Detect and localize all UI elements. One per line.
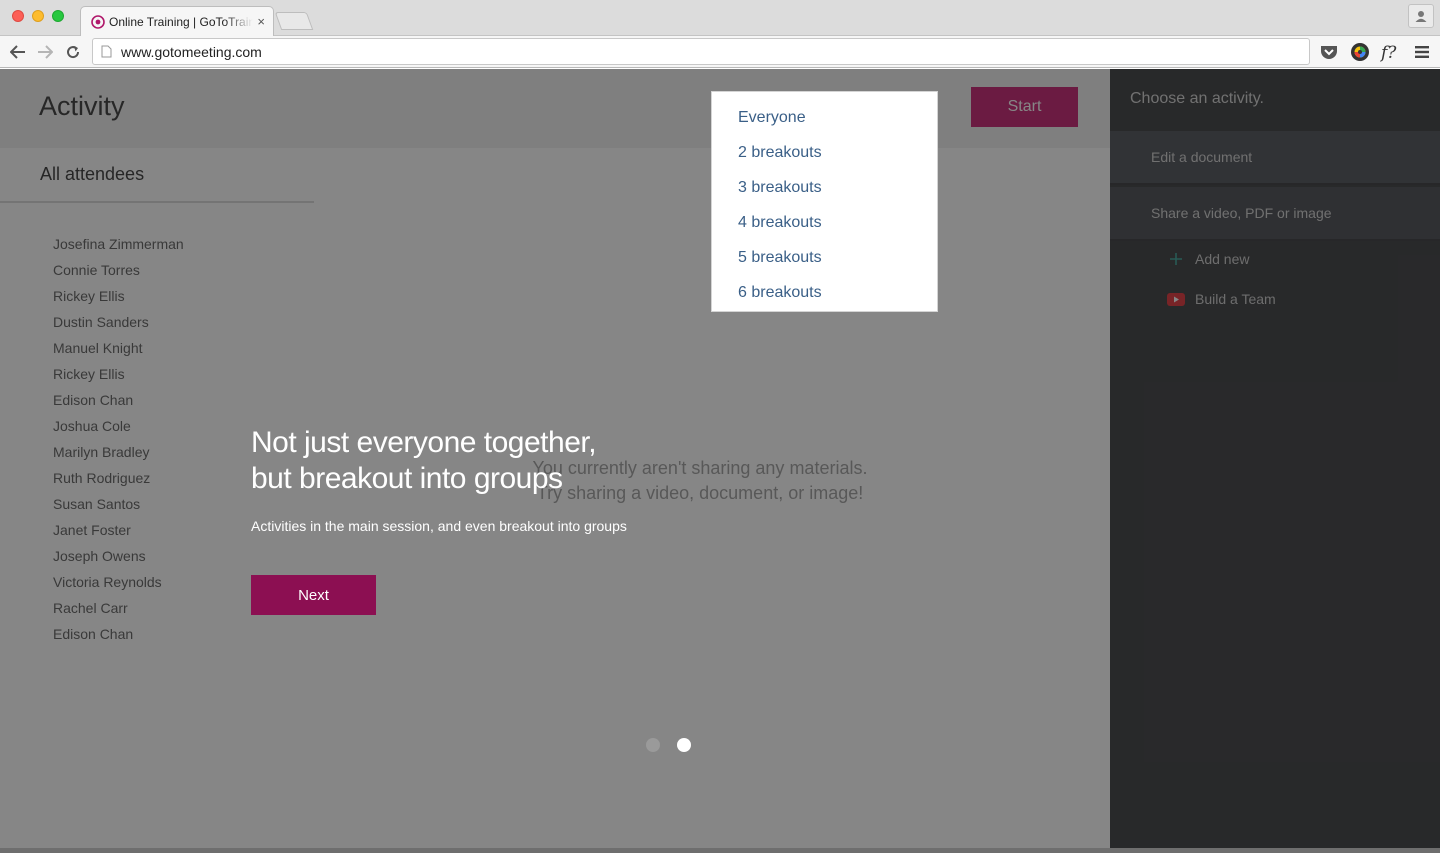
gototraining-favicon-icon — [91, 14, 105, 29]
address-bar[interactable]: www.gotomeeting.com — [92, 38, 1310, 65]
attendee-name[interactable]: Joseph Owens — [53, 547, 184, 573]
tour-description: Activities in the main session, and even… — [251, 518, 627, 534]
tour-heading: Not just everyone together, but breakout… — [251, 425, 597, 497]
breakout-group-dropdown: Everyone 2 breakouts 3 breakouts 4 break… — [711, 91, 938, 312]
svg-text:f?: f? — [1380, 43, 1397, 62]
attendee-name[interactable]: Rachel Carr — [53, 599, 184, 625]
attendee-name[interactable]: Janet Foster — [53, 521, 184, 547]
page-icon — [101, 45, 113, 59]
attendee-name[interactable]: Rickey Ellis — [53, 287, 184, 313]
attendee-name[interactable]: Marilyn Bradley — [53, 443, 184, 469]
tour-page-dot-1[interactable] — [646, 738, 660, 752]
dropdown-option-everyone[interactable]: Everyone — [712, 100, 937, 135]
activity-panel: Choose an activity. Edit a document Shar… — [1110, 69, 1440, 853]
attendee-name[interactable]: Rickey Ellis — [53, 365, 184, 391]
edit-document-option[interactable]: Edit a document — [1110, 131, 1440, 185]
attendee-list: Josefina Zimmerman Connie Torres Rickey … — [53, 235, 184, 651]
add-new-media-button[interactable]: Add new — [1167, 247, 1249, 271]
start-button[interactable]: Start — [971, 87, 1078, 127]
font-finder-icon[interactable]: f? — [1380, 41, 1404, 63]
color-wheel-icon[interactable] — [1349, 41, 1371, 63]
attendee-name[interactable]: Dustin Sanders — [53, 313, 184, 339]
tour-heading-line-1: Not just everyone together, — [251, 426, 597, 459]
media-item-title: Build a Team — [1195, 291, 1276, 307]
tour-page-dot-2[interactable] — [677, 738, 691, 752]
dropdown-option-4-breakouts[interactable]: 4 breakouts — [712, 205, 937, 240]
add-new-label: Add new — [1195, 251, 1250, 267]
browser-tab[interactable]: Online Training | GoToTraining × — [80, 6, 274, 36]
menu-icon[interactable] — [1411, 41, 1433, 63]
browser-toolbar: www.gotomeeting.com f? — [0, 36, 1440, 68]
page-title: Activity — [39, 91, 125, 121]
window-bottom-edge — [0, 848, 1440, 853]
dropdown-option-6-breakouts[interactable]: 6 breakouts — [712, 275, 937, 310]
minimize-window-button[interactable] — [32, 10, 44, 22]
tour-next-button[interactable]: Next — [251, 575, 376, 615]
activity-header: Activity — [0, 69, 1110, 148]
tab-title: Online Training | GoToTraining — [109, 14, 254, 29]
attendee-name[interactable]: Manuel Knight — [53, 339, 184, 365]
tab-close-icon[interactable]: × — [257, 14, 265, 29]
attendee-filter-label: All attendees — [40, 164, 145, 184]
attendee-name[interactable]: Josefina Zimmerman — [53, 235, 184, 261]
tour-pager — [646, 738, 691, 752]
share-media-option[interactable]: Share a video, PDF or image — [1110, 187, 1440, 241]
close-window-button[interactable] — [12, 10, 24, 22]
reload-icon[interactable] — [63, 42, 83, 62]
tour-heading-line-2: but breakout into groups — [251, 462, 563, 495]
dropdown-option-3-breakouts[interactable]: 3 breakouts — [712, 170, 937, 205]
new-tab-button[interactable] — [274, 12, 314, 30]
browser-tab-bar: Online Training | GoToTraining × — [0, 0, 1440, 36]
attendee-name[interactable]: Ruth Rodriguez — [53, 469, 184, 495]
activity-panel-title: Choose an activity. — [1130, 90, 1264, 107]
pocket-icon[interactable] — [1318, 41, 1340, 63]
attendee-name[interactable]: Victoria Reynolds — [53, 573, 184, 599]
back-arrow-icon[interactable] — [8, 42, 28, 62]
maximize-window-button[interactable] — [52, 10, 64, 22]
attendee-filter[interactable]: All attendees — [0, 148, 314, 203]
attendee-name[interactable]: Susan Santos — [53, 495, 184, 521]
attendee-name[interactable]: Edison Chan — [53, 391, 184, 417]
dropdown-option-2-breakouts[interactable]: 2 breakouts — [712, 135, 937, 170]
attendee-name[interactable]: Joshua Cole — [53, 417, 184, 443]
forward-arrow-icon[interactable] — [35, 42, 55, 62]
attendee-name[interactable]: Connie Torres — [53, 261, 184, 287]
dropdown-option-5-breakouts[interactable]: 5 breakouts — [712, 240, 937, 275]
profile-icon[interactable] — [1408, 4, 1434, 28]
plus-icon — [1167, 250, 1185, 268]
attendee-name[interactable]: Edison Chan — [53, 625, 184, 651]
training-app: Activity All attendees Josefina Zimmerma… — [0, 69, 1440, 853]
media-item[interactable]: Build a Team — [1167, 287, 1276, 311]
url-text: www.gotomeeting.com — [121, 43, 262, 60]
youtube-icon — [1167, 290, 1185, 308]
